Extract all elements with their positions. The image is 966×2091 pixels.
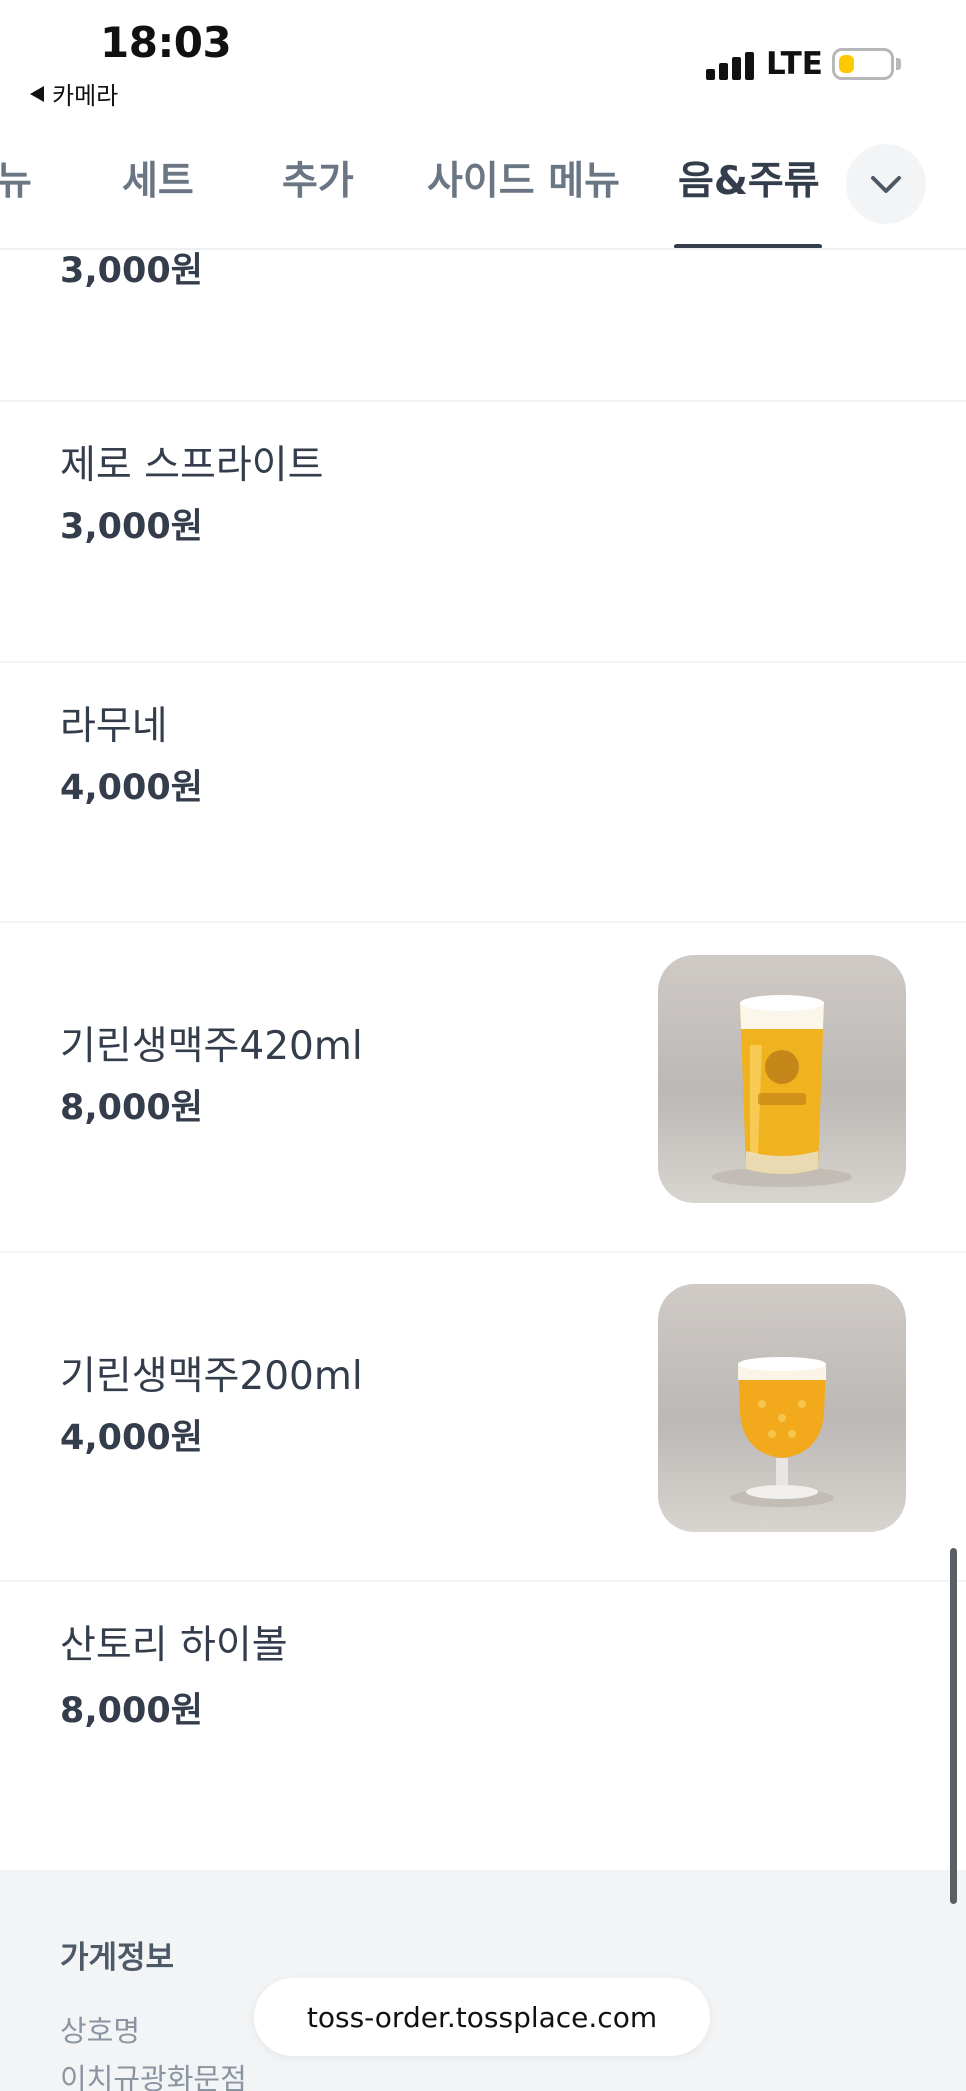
menu-item[interactable]: 기린생맥주200ml 4,000원 <box>0 1253 966 1582</box>
menu-item-price: 3,000원 <box>60 507 203 547</box>
menu-item-name: 산토리 하이볼 <box>60 1623 288 1668</box>
menu-item[interactable]: 기린생맥주420ml 8,000원 <box>0 923 966 1253</box>
battery-tip <box>896 58 901 70</box>
address-bar[interactable]: toss-order.tossplace.com <box>254 1978 710 2056</box>
menu-item-price: 8,000원 <box>60 1088 203 1128</box>
menu-item[interactable]: 제로 스프라이트 3,000원 <box>0 402 966 663</box>
network-type: LTE <box>766 46 823 82</box>
tab-extra[interactable]: 추가 <box>282 150 354 206</box>
chevron-down-icon <box>871 176 901 193</box>
tab-expand-button[interactable] <box>846 144 926 224</box>
battery-level <box>839 55 854 73</box>
tab-menu-partial[interactable]: 뉴 <box>0 150 32 206</box>
back-arrow-icon <box>30 85 44 102</box>
menu-item-name: 기린생맥주420ml <box>60 1024 363 1069</box>
beer-goblet-icon <box>730 1357 834 1507</box>
menu-item-price: 4,000원 <box>60 1418 203 1458</box>
menu-item[interactable]: 3,000원 <box>0 250 966 402</box>
status-bar: 18:03 카메라 LTE <box>0 0 966 124</box>
menu-item-name: 라무네 <box>60 704 168 749</box>
active-tab-indicator <box>674 244 822 248</box>
back-app-label: 카메라 <box>52 82 119 110</box>
menu-item-price: 3,000원 <box>60 251 203 291</box>
address-bar-url: toss-order.tossplace.com <box>306 2000 658 2034</box>
beer-glass-icon <box>712 995 852 1187</box>
tab-set[interactable]: 세트 <box>122 150 194 206</box>
tab-side-menu[interactable]: 사이드 메뉴 <box>427 150 620 206</box>
signal-strength-icon <box>706 52 754 80</box>
store-name-value: 이치규광화문점 <box>60 2062 247 2091</box>
category-tab-bar: 뉴 세트 추가 사이드 메뉴 음&주류 <box>0 124 966 250</box>
store-info-title: 가게정보 <box>60 1940 175 1976</box>
scroll-indicator[interactable] <box>950 1548 957 1904</box>
menu-item-name: 기린생맥주200ml <box>60 1354 363 1399</box>
menu-item-name: 제로 스프라이트 <box>60 443 324 488</box>
tab-drinks-alcohol[interactable]: 음&주류 <box>678 150 820 206</box>
battery-icon <box>832 48 894 80</box>
menu-item[interactable]: 산토리 하이볼 8,000원 <box>0 1582 966 1870</box>
store-name-label: 상호명 <box>60 2014 141 2048</box>
beer-420-photo[interactable] <box>658 955 906 1203</box>
back-to-app-link[interactable]: 카메라 <box>30 76 118 111</box>
status-time: 18:03 <box>100 18 232 67</box>
beer-200-photo[interactable] <box>658 1284 906 1532</box>
menu-item-price: 4,000원 <box>60 768 203 808</box>
menu-item-price: 8,000원 <box>60 1691 203 1731</box>
menu-item[interactable]: 라무네 4,000원 <box>0 663 966 923</box>
